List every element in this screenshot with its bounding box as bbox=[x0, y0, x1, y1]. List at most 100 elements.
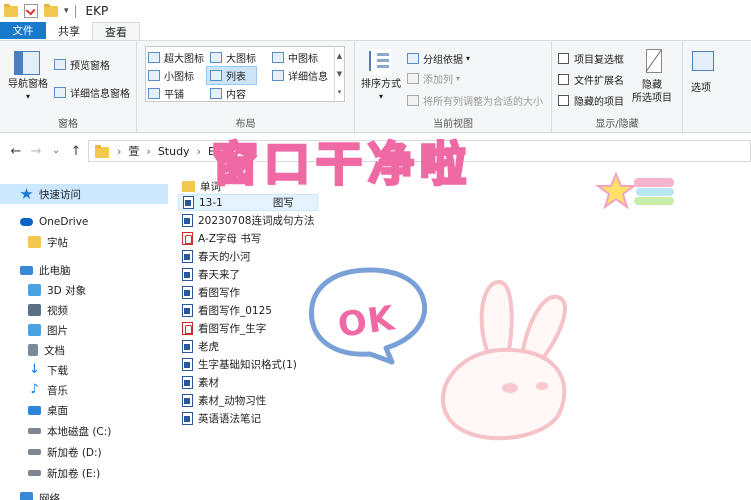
new-folder-icon[interactable] bbox=[44, 4, 58, 18]
properties-icon[interactable] bbox=[24, 4, 38, 18]
show-hide-group: 项目复选框 文件扩展名 隐藏的项目 隐藏 所选项目 显示/隐藏 bbox=[552, 41, 683, 133]
list-item[interactable]: 看图写作_生字 bbox=[182, 320, 266, 337]
list-item[interactable]: 素材_动物习性 bbox=[182, 392, 266, 409]
drive-icon bbox=[28, 449, 41, 455]
options-button[interactable]: 选项 bbox=[691, 79, 711, 94]
small-icons-option[interactable]: 小图标 bbox=[148, 68, 194, 83]
more-icon[interactable]: ▾ bbox=[335, 83, 344, 101]
content-option[interactable]: 内容 bbox=[210, 86, 246, 101]
file-extensions-checkbox[interactable] bbox=[558, 74, 569, 85]
breadcrumb-item[interactable]: Study bbox=[158, 145, 190, 158]
file-name-suffix: 图写 bbox=[272, 197, 294, 209]
sidebar-item-label: 新加卷 (D:) bbox=[47, 446, 102, 459]
item-checkboxes-toggle[interactable]: 项目复选框 bbox=[558, 51, 624, 66]
tiles-option[interactable]: 平铺 bbox=[148, 86, 184, 101]
list-item[interactable]: 春天来了 bbox=[182, 266, 240, 283]
list-item[interactable]: 生字基础知识格式(1) bbox=[182, 356, 297, 373]
hidden-items-checkbox[interactable] bbox=[558, 95, 569, 106]
customize-quick-access-icon[interactable]: ▾ bbox=[64, 6, 69, 16]
forward-arrow-icon[interactable]: → bbox=[26, 144, 46, 159]
list-item[interactable]: 看图写作 bbox=[182, 284, 240, 301]
drive-icon bbox=[28, 470, 41, 476]
hide-selected-icon bbox=[645, 49, 662, 73]
layout-scroll[interactable]: ▲ ▼ ▾ bbox=[334, 47, 344, 101]
scroll-down-icon[interactable]: ▼ bbox=[335, 65, 344, 83]
list-item[interactable]: A-Z字母 书写 bbox=[182, 230, 261, 247]
size-columns-button[interactable]: 将所有列调整为合适的大小 bbox=[407, 93, 543, 108]
tab-view[interactable]: 查看 bbox=[92, 22, 140, 40]
file-name: 老虎 bbox=[198, 341, 219, 353]
up-arrow-icon[interactable]: ↑ bbox=[66, 144, 86, 159]
preview-pane-button[interactable]: 预览窗格 bbox=[54, 57, 110, 72]
sidebar-item-label: 本地磁盘 (C:) bbox=[47, 425, 112, 438]
sidebar-item-downloads[interactable]: ↓ 下载 bbox=[0, 360, 68, 380]
options-icon bbox=[692, 51, 714, 71]
extra-large-icons-option[interactable]: 超大图标 bbox=[148, 50, 204, 65]
sidebar-item-onedrive[interactable]: OneDrive bbox=[0, 212, 88, 232]
list-item[interactable]: 春天的小河 bbox=[182, 248, 251, 265]
tab-file[interactable]: 文件 bbox=[0, 22, 46, 39]
add-columns-button[interactable]: 添加列 ▾ bbox=[407, 71, 460, 86]
sort-by-button[interactable]: 排序方式 ▾ bbox=[358, 79, 404, 103]
folder-icon bbox=[4, 4, 18, 18]
sidebar-item-label: 3D 对象 bbox=[47, 284, 87, 297]
medium-icons-option[interactable]: 中图标 bbox=[272, 50, 318, 65]
tab-share[interactable]: 共享 bbox=[46, 22, 92, 40]
large-icons-icon bbox=[210, 52, 222, 63]
list-item[interactable]: 老虎 bbox=[182, 338, 219, 355]
sidebar-item-zitie[interactable]: 字帖 bbox=[0, 232, 68, 252]
sidebar-item-3d-objects[interactable]: 3D 对象 bbox=[0, 280, 86, 300]
panes-group: 导航窗格 ▾ 预览窗格 详细信息窗格 窗格 bbox=[0, 41, 137, 133]
breadcrumb-separator-icon[interactable]: › bbox=[146, 145, 150, 158]
sidebar-item-drive-c[interactable]: 本地磁盘 (C:) bbox=[0, 421, 111, 441]
details-option[interactable]: 详细信息 bbox=[272, 68, 328, 83]
back-arrow-icon[interactable]: ← bbox=[6, 144, 26, 159]
drive-icon bbox=[28, 428, 41, 434]
word-document-icon bbox=[182, 376, 193, 389]
hide-selected-button[interactable]: 隐藏 所选项目 bbox=[632, 79, 672, 105]
sidebar-item-this-pc[interactable]: 此电脑 bbox=[0, 260, 71, 280]
small-icons-label: 小图标 bbox=[164, 72, 194, 83]
sidebar-item-label: 网络 bbox=[39, 492, 60, 500]
list-item[interactable]: 素材 bbox=[182, 374, 219, 391]
scroll-up-icon[interactable]: ▲ bbox=[335, 47, 344, 65]
sidebar-item-network[interactable]: 网络 bbox=[0, 488, 60, 500]
ribbon: 导航窗格 ▾ 预览窗格 详细信息窗格 窗格 超大图标 大图标 中图标 小图标 列… bbox=[0, 40, 751, 133]
details-pane-button[interactable]: 详细信息窗格 bbox=[54, 85, 130, 100]
list-item[interactable]: 20230708连词成句方法 bbox=[182, 212, 314, 229]
medium-icons-label: 中图标 bbox=[288, 54, 318, 65]
add-columns-icon bbox=[407, 73, 419, 84]
sidebar-item-quick-access[interactable]: 快速访问 bbox=[0, 184, 168, 204]
file-extensions-toggle[interactable]: 文件扩展名 bbox=[558, 72, 624, 87]
list-item[interactable]: 13-1 图写 bbox=[178, 194, 318, 211]
navigation-pane-button[interactable]: 导航窗格 ▾ bbox=[4, 79, 52, 103]
breadcrumb-item[interactable]: 萱 bbox=[128, 143, 139, 159]
sidebar-item-music[interactable]: ♪ 音乐 bbox=[0, 380, 68, 400]
list-view-icon bbox=[210, 70, 222, 81]
sidebar-item-videos[interactable]: 视频 bbox=[0, 300, 68, 320]
breadcrumb-separator-icon[interactable]: › bbox=[117, 145, 121, 158]
sidebar-item-drive-e[interactable]: 新加卷 (E:) bbox=[0, 463, 100, 483]
large-icons-option[interactable]: 大图标 bbox=[210, 50, 256, 65]
list-option[interactable]: 列表 bbox=[206, 66, 257, 85]
group-by-button[interactable]: 分组依据 ▾ bbox=[407, 51, 470, 66]
details-pane-icon bbox=[54, 87, 66, 98]
chevron-down-icon: ▾ bbox=[378, 92, 383, 101]
preview-pane-label: 预览窗格 bbox=[70, 61, 110, 72]
item-checkboxes-checkbox[interactable] bbox=[558, 53, 569, 64]
sidebar-item-drive-d[interactable]: 新加卷 (D:) bbox=[0, 442, 102, 462]
tiles-icon bbox=[148, 88, 160, 99]
breadcrumb-separator-icon[interactable]: › bbox=[197, 145, 201, 158]
folder-icon bbox=[95, 144, 109, 158]
extra-large-icons-label: 超大图标 bbox=[164, 54, 204, 65]
recent-locations-icon[interactable]: ⌄ bbox=[46, 146, 66, 156]
sidebar-item-documents[interactable]: 文档 bbox=[0, 340, 65, 360]
sidebar-item-pictures[interactable]: 图片 bbox=[0, 320, 68, 340]
list-item[interactable]: 英语语法笔记 bbox=[182, 410, 261, 427]
list-item[interactable]: 看图写作_0125 bbox=[182, 302, 272, 319]
hidden-items-toggle[interactable]: 隐藏的项目 bbox=[558, 93, 624, 108]
download-icon: ↓ bbox=[29, 362, 40, 377]
pdf-document-icon bbox=[182, 232, 193, 245]
file-name: 英语语法笔记 bbox=[198, 413, 261, 425]
sidebar-item-desktop[interactable]: 桌面 bbox=[0, 400, 68, 420]
